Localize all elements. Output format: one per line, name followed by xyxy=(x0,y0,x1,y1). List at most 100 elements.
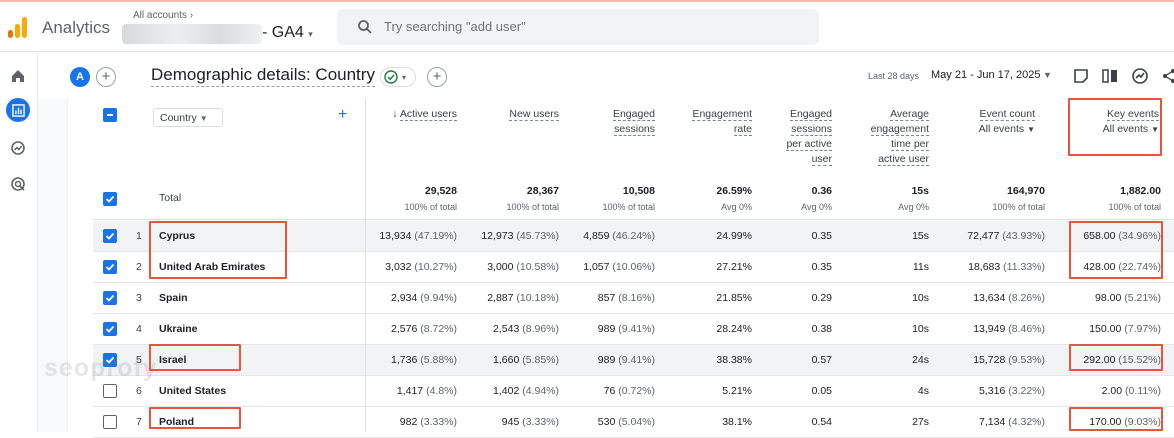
table-row[interactable]: 3 Spain 2,934 (9.94%) 2,887 (10.18%) 857 (8.… xyxy=(93,283,1174,314)
chevron-down-icon[interactable]: ▼ xyxy=(1043,70,1052,80)
left-navigation xyxy=(0,53,38,432)
row-country[interactable]: Poland xyxy=(159,416,194,428)
cell-value: 292.00 xyxy=(1083,354,1116,366)
total-engaged-per-user-sub: Avg 0% xyxy=(801,202,832,212)
check-circle-icon xyxy=(384,70,398,84)
page-title: Demographic details: Country xyxy=(151,65,375,87)
cell-percent: (10.58%) xyxy=(513,261,559,273)
cell-value: 18,683 xyxy=(968,261,1001,273)
row-checkbox[interactable] xyxy=(103,260,117,274)
total-event-count: 164,970 xyxy=(1007,185,1045,197)
row-cell-er: 27.21% xyxy=(673,261,752,273)
date-range-value[interactable]: May 21 - Jun 17, 2025 xyxy=(931,69,1040,81)
row-cell-epu: 0.29 xyxy=(753,292,832,304)
row-cell-ke: 428.00 (22.74%) xyxy=(1061,261,1161,273)
cell-value: 0.29 xyxy=(811,292,832,304)
cell-percent: (5.21%) xyxy=(1121,292,1161,304)
row-country[interactable]: Cyprus xyxy=(159,230,195,242)
col-new-users[interactable]: New users xyxy=(477,107,559,122)
row-checkbox[interactable] xyxy=(103,229,117,243)
add-dimension-icon[interactable]: + xyxy=(338,106,347,124)
dimension-dropdown[interactable]: Country ▼ xyxy=(153,108,223,127)
row-country[interactable]: Ukraine xyxy=(159,323,198,335)
row-checkbox[interactable] xyxy=(103,384,117,398)
total-label: Total xyxy=(159,192,182,204)
col-engaged-sessions-per-user[interactable]: Engaged sessions per active user xyxy=(753,107,832,167)
row-checkbox[interactable] xyxy=(103,415,117,429)
total-engaged-per-user: 0.36 xyxy=(811,185,832,197)
event-count-filter[interactable]: All events ▼ xyxy=(979,123,1035,135)
report-status-dropdown[interactable]: ▾ xyxy=(380,67,416,87)
add-report-button[interactable]: + xyxy=(427,67,447,87)
row-checkbox[interactable] xyxy=(103,322,117,336)
row-checkbox[interactable] xyxy=(103,291,117,305)
table-row[interactable]: 4 Ukraine 2,576 (8.72%) 2,543 (8.96%) 989 (9… xyxy=(93,314,1174,345)
cell-percent: (5.04%) xyxy=(615,416,655,428)
notes-icon[interactable] xyxy=(1072,67,1090,85)
total-avg-time-sub: Avg 0% xyxy=(898,202,929,212)
chevron-down-icon: ▼ xyxy=(199,114,208,123)
key-events-filter-label: All events xyxy=(1102,123,1149,135)
customize-report-icon[interactable] xyxy=(1101,67,1119,85)
search-input[interactable] xyxy=(384,19,784,34)
cell-value: 38.1% xyxy=(722,416,752,428)
search-bar[interactable] xyxy=(337,9,819,45)
cell-value: 989 xyxy=(597,323,616,335)
col-header-line: engagement xyxy=(870,123,929,136)
table-row[interactable]: 7 Poland 982 (3.33%) 945 (3.33%) 530 (5.04%)… xyxy=(93,407,1174,438)
col-avg-engagement-time[interactable]: Average engagement time per active user xyxy=(845,107,929,167)
cell-value: 530 xyxy=(597,416,616,428)
row-cell-at: 15s xyxy=(845,230,929,242)
table-row[interactable]: 2 United Arab Emirates 3,032 (10.27%) 3,000… xyxy=(93,252,1174,283)
table-row[interactable]: 1 Cyprus 13,934 (47.19%) 12,973 (45.73%) 4,8… xyxy=(93,221,1174,252)
report-content: Country ▼ + ↓ Active users New users Eng… xyxy=(38,98,1174,438)
add-comparison-button[interactable]: + xyxy=(96,67,116,87)
row-country[interactable]: Israel xyxy=(159,354,186,366)
row-cell-au: 1,736 (5.88%) xyxy=(365,354,457,366)
row-country[interactable]: United States xyxy=(159,385,226,397)
cell-value: 2,887 xyxy=(487,292,514,304)
home-icon[interactable] xyxy=(7,65,29,87)
total-new-users: 28,367 xyxy=(526,185,559,197)
cell-value: 12,973 xyxy=(481,230,514,242)
comparison-avatar[interactable]: A xyxy=(70,67,90,87)
col-engagement-rate[interactable]: Engagement rate xyxy=(671,107,752,137)
cell-percent: (3.22%) xyxy=(1005,385,1045,397)
cell-value: 5.21% xyxy=(722,385,752,397)
table-row[interactable]: 5 Israel 1,736 (5.88%) 1,660 (5.85%) 989 (9.… xyxy=(93,345,1174,376)
cell-value: 13,949 xyxy=(973,323,1006,335)
table-row[interactable]: 6 United States 1,417 (4.8%) 1,402 (4.94%) 7… xyxy=(93,376,1174,407)
key-events-filter[interactable]: All events ▼ xyxy=(1103,123,1159,135)
property-selector[interactable]: - GA4 ▾ xyxy=(262,24,313,42)
advertising-icon[interactable] xyxy=(7,173,29,195)
col-key-events[interactable]: Key events All events ▼ xyxy=(1079,107,1159,137)
cell-value: 2,576 xyxy=(391,323,418,335)
account-crumb-label: All accounts xyxy=(133,10,187,21)
insights-icon[interactable] xyxy=(1131,67,1149,85)
reports-icon[interactable] xyxy=(6,98,30,122)
total-checkbox[interactable] xyxy=(103,192,117,206)
col-engaged-sessions[interactable]: Engaged sessions xyxy=(573,107,655,137)
col-header-line: user xyxy=(811,153,832,166)
dimension-label: Country xyxy=(160,112,197,124)
col-event-count[interactable]: Event count All events ▼ xyxy=(949,107,1035,137)
account-breadcrumb[interactable]: All accounts › xyxy=(133,10,193,21)
cell-value: 857 xyxy=(597,292,616,304)
select-all-checkbox[interactable] xyxy=(103,108,117,122)
cell-percent: (10.27%) xyxy=(411,261,457,273)
col-new-users-label: New users xyxy=(509,108,559,121)
row-cell-es: 857 (8.16%) xyxy=(563,292,655,304)
row-country[interactable]: United Arab Emirates xyxy=(159,261,265,273)
row-country[interactable]: Spain xyxy=(159,292,188,304)
check-icon xyxy=(105,232,115,240)
row-cell-es: 530 (5.04%) xyxy=(563,416,655,428)
cell-value: 24.99% xyxy=(716,230,752,242)
analytics-logo-icon[interactable] xyxy=(8,16,30,38)
col-active-users[interactable]: ↓ Active users xyxy=(379,107,457,122)
share-icon[interactable] xyxy=(1160,67,1174,85)
row-cell-nu: 2,887 (10.18%) xyxy=(465,292,559,304)
chevron-down-icon: ▼ xyxy=(1151,125,1159,134)
explore-icon[interactable] xyxy=(7,137,29,159)
cell-percent: (0.72%) xyxy=(615,385,655,397)
cell-value: 4s xyxy=(917,385,929,397)
